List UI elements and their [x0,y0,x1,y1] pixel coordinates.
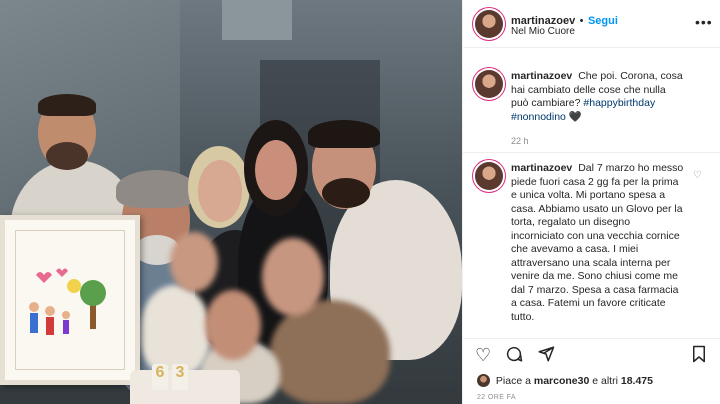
candle-3: 3 [172,364,188,390]
beard-man-left [46,142,88,170]
caption-username[interactable]: martinazoev [511,70,572,82]
comment-username[interactable]: martinazoev [511,162,572,174]
caption-avatar[interactable] [475,70,503,98]
head-child-1 [170,232,218,292]
bookmark-icon[interactable] [691,345,707,367]
drawing-paper [15,230,125,370]
hair-man-left [38,94,96,116]
comment-bubble-icon[interactable] [505,345,523,367]
comment-text: martinazoev Dal 7 marzo ho messo piede f… [511,162,686,324]
likes-prefix: Piace a [495,375,531,387]
head-grandmother [198,160,242,222]
post-date: 22 ORE FA [477,394,517,401]
framed-drawing [0,215,140,385]
post-header: martinazoev • Segui Nel Mio Cuore ••• [463,0,720,48]
action-bar: ♡ [463,338,720,372]
head-woman [255,140,297,200]
caption-text: martinazoev Che poi. Corona, cosa hai ca… [511,70,686,124]
comment-avatar[interactable] [475,162,503,190]
child-drawing-icon [29,268,106,335]
comment-body: Dal 7 marzo ho messo piede fuori casa 2 … [511,162,684,323]
likes-count[interactable]: 18.475 [621,375,653,387]
heart-outline-icon[interactable]: ♡ [475,345,491,365]
post-location[interactable]: Nel Mio Cuore [511,26,575,37]
head-child-3 [205,290,261,360]
paper-plane-icon[interactable] [537,345,555,367]
person-child-1 [140,285,210,375]
liker-avatar [477,374,490,387]
caption-time: 22 h [511,136,529,146]
hair-grandfather [116,170,196,208]
caption-divider [463,152,720,153]
separator-dot: • [579,15,584,27]
likes-user[interactable]: marcone30 [534,375,589,387]
more-horizontal-icon[interactable]: ••• [695,14,713,30]
post-sidebar: martinazoev • Segui Nel Mio Cuore ••• ma… [462,0,720,404]
likes-middle: e altri [592,375,618,387]
hair-man-right [308,120,380,148]
head-child-2 [262,238,324,316]
post-photo[interactable]: 6 3 [0,0,462,404]
beard-man-right [322,178,370,208]
author-avatar[interactable] [475,10,503,38]
caption-emoji: 🖤 [568,110,582,123]
comment-like-heart-icon[interactable]: ♡ [693,170,702,181]
candle-6: 6 [152,364,168,390]
likes-summary[interactable]: Piace a marcone30 e altri 18.475 [477,374,653,387]
follow-button[interactable]: Segui [588,15,618,27]
photo-window [222,0,292,40]
